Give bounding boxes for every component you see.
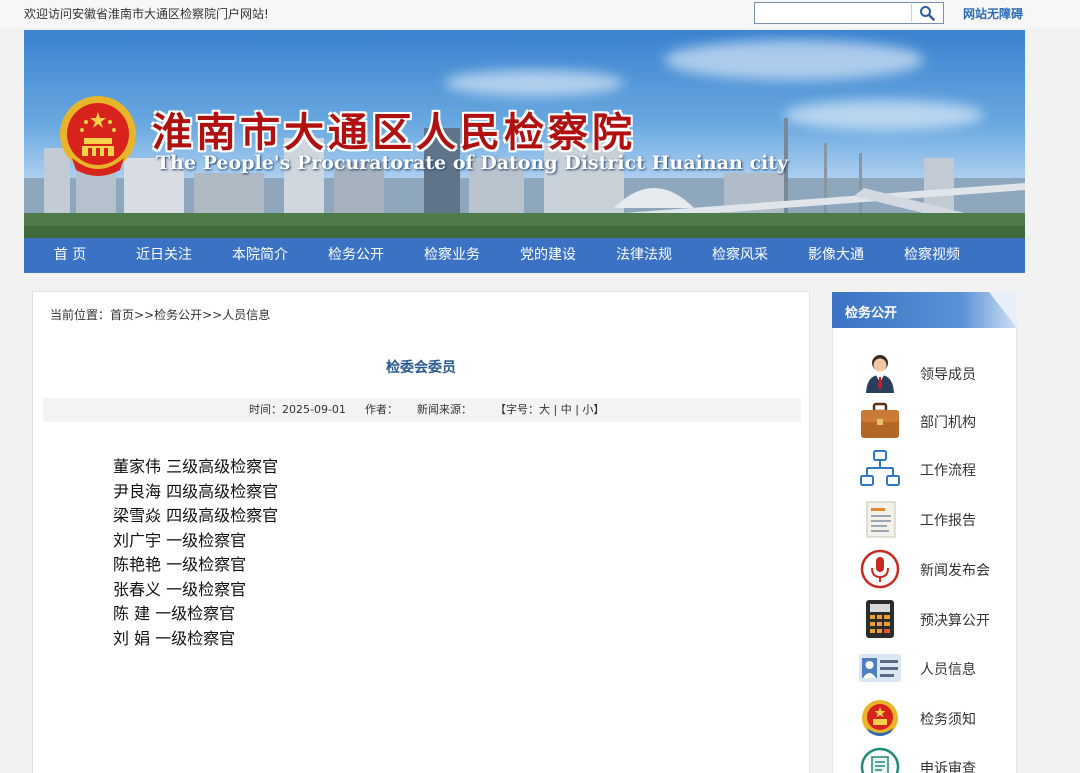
nav-videos[interactable]: 检察视频 bbox=[884, 238, 980, 273]
separator: | bbox=[550, 403, 561, 416]
article-panel: 当前位置：首页>>检务公开>>人员信息 检委会委员 时间：2025-09-01 … bbox=[32, 291, 810, 773]
list-item: 董家伟 三级高级检察官 bbox=[113, 457, 279, 476]
source-label: 新闻来源： bbox=[417, 403, 472, 416]
sidebar-menu: 领导成员 部门机构 工作流程 工作报告 新闻发布会 预决算公开 人员信息 检务须… bbox=[832, 328, 1017, 773]
member-list: 董家伟 三级高级检察官 尹良海 四级高级检察官 梁雪焱 四级高级检察官 刘广宇 … bbox=[113, 455, 278, 651]
list-item: 陈艳艳 一级检察官 bbox=[113, 555, 247, 574]
nav-about[interactable]: 本院简介 bbox=[212, 238, 308, 273]
search-icon bbox=[920, 6, 935, 21]
search-input[interactable] bbox=[756, 4, 906, 22]
sidebar-item-reports[interactable]: 工作报告 bbox=[833, 496, 1016, 542]
nav-home[interactable]: 首 页 bbox=[24, 238, 116, 273]
sidebar-item-label: 申诉审查 bbox=[920, 761, 976, 773]
search-box bbox=[754, 2, 944, 24]
sidebar-item-budget[interactable]: 预决算公开 bbox=[833, 596, 1016, 642]
site-banner: 淮南市大通区人民检察院 The People's Procuratorate o… bbox=[24, 30, 1025, 238]
article-meta: 时间：2025-09-01 作者： 新闻来源： 【字号：大 | 中 | 小】 bbox=[43, 398, 801, 422]
font-size-control: 【字号：大 | 中 | 小】 bbox=[495, 398, 604, 422]
sidebar-item-label: 领导成员 bbox=[920, 367, 976, 383]
microphone-icon bbox=[860, 549, 900, 589]
sidebar-heading: 检务公开 bbox=[832, 292, 1017, 328]
id-card-icon bbox=[859, 654, 901, 682]
nav-recent-focus[interactable]: 近日关注 bbox=[116, 238, 212, 273]
sidebar-item-label: 人员信息 bbox=[920, 662, 976, 678]
list-item: 尹良海 四级高级检察官 bbox=[113, 481, 279, 501]
main-nav: 首 页 近日关注 本院简介 检务公开 检察业务 党的建设 法律法规 检察风采 影… bbox=[24, 238, 1025, 273]
list-item: 梁雪焱 四级高级检察官 bbox=[113, 506, 279, 525]
nav-party-building[interactable]: 党的建设 bbox=[500, 238, 596, 273]
article-title: 检委会委员 bbox=[386, 360, 456, 376]
nav-procuratorial-business[interactable]: 检察业务 bbox=[404, 238, 500, 273]
font-size-small[interactable]: 小 bbox=[582, 403, 593, 416]
publish-time: 时间：2025-09-01 bbox=[249, 403, 346, 416]
list-item: 刘 娟 一级检察官 bbox=[113, 628, 236, 648]
author-label: 作者： bbox=[365, 403, 398, 416]
procuratorate-emblem-icon bbox=[862, 700, 898, 736]
nav-images[interactable]: 影像大通 bbox=[788, 238, 884, 273]
sidebar-item-personnel[interactable]: 人员信息 bbox=[833, 645, 1016, 691]
report-icon bbox=[866, 501, 896, 538]
separator: | bbox=[571, 403, 583, 416]
site-title-english: The People's Procuratorate of Datong Dis… bbox=[156, 152, 789, 174]
national-emblem-logo bbox=[60, 96, 136, 176]
list-item: 张春义 一级检察官 bbox=[113, 579, 247, 599]
calculator-icon bbox=[866, 600, 894, 638]
list-item: 陈 建 一级检察官 bbox=[113, 604, 236, 623]
sidebar-item-label: 新闻发布会 bbox=[920, 563, 990, 579]
nav-laws[interactable]: 法律法规 bbox=[596, 238, 692, 273]
nav-procuratorial-affairs[interactable]: 检务公开 bbox=[308, 238, 404, 273]
sidebar-item-leaders[interactable]: 领导成员 bbox=[833, 350, 1016, 396]
sidebar-item-label: 预决算公开 bbox=[920, 613, 990, 629]
font-size-large[interactable]: 大 bbox=[539, 403, 550, 416]
sidebar-item-label: 检务须知 bbox=[920, 712, 976, 728]
sidebar-item-press-conference[interactable]: 新闻发布会 bbox=[833, 546, 1016, 592]
document-icon bbox=[860, 747, 900, 773]
nav-style[interactable]: 检察风采 bbox=[692, 238, 788, 273]
font-size-medium[interactable]: 中 bbox=[561, 403, 572, 416]
site-title-chinese: 淮南市大通区人民检察院 bbox=[152, 109, 636, 156]
sidebar-item-notice[interactable]: 检务须知 bbox=[833, 695, 1016, 741]
welcome-text: 欢迎访问安徽省淮南市大通区检察院门户网站! bbox=[24, 7, 269, 21]
accessibility-link[interactable]: 网站无障碍 bbox=[963, 5, 1023, 22]
sidebar-heading-label: 检务公开 bbox=[845, 306, 898, 321]
sidebar-item-label: 部门机构 bbox=[920, 415, 976, 431]
search-button[interactable] bbox=[911, 4, 942, 22]
sidebar-item-label: 工作报告 bbox=[920, 513, 976, 529]
sidebar-item-departments[interactable]: 部门机构 bbox=[833, 398, 1016, 444]
leader-icon bbox=[866, 355, 894, 393]
font-size-prefix: 【字号： bbox=[495, 403, 539, 416]
list-item: 刘广宇 一级检察官 bbox=[113, 530, 247, 550]
flowchart-icon bbox=[860, 450, 900, 486]
font-size-suffix: 】 bbox=[593, 403, 605, 416]
sidebar-item-workflow[interactable]: 工作流程 bbox=[833, 446, 1016, 492]
sidebar-item-label: 工作流程 bbox=[920, 463, 976, 479]
sidebar-item-appeal-review[interactable]: 申诉审查 bbox=[833, 744, 1016, 773]
top-bar: 欢迎访问安徽省淮南市大通区检察院门户网站! 网站无障碍 bbox=[0, 0, 1080, 28]
breadcrumb: 当前位置：首页>>检务公开>>人员信息 bbox=[50, 308, 271, 322]
briefcase-icon bbox=[861, 402, 899, 438]
